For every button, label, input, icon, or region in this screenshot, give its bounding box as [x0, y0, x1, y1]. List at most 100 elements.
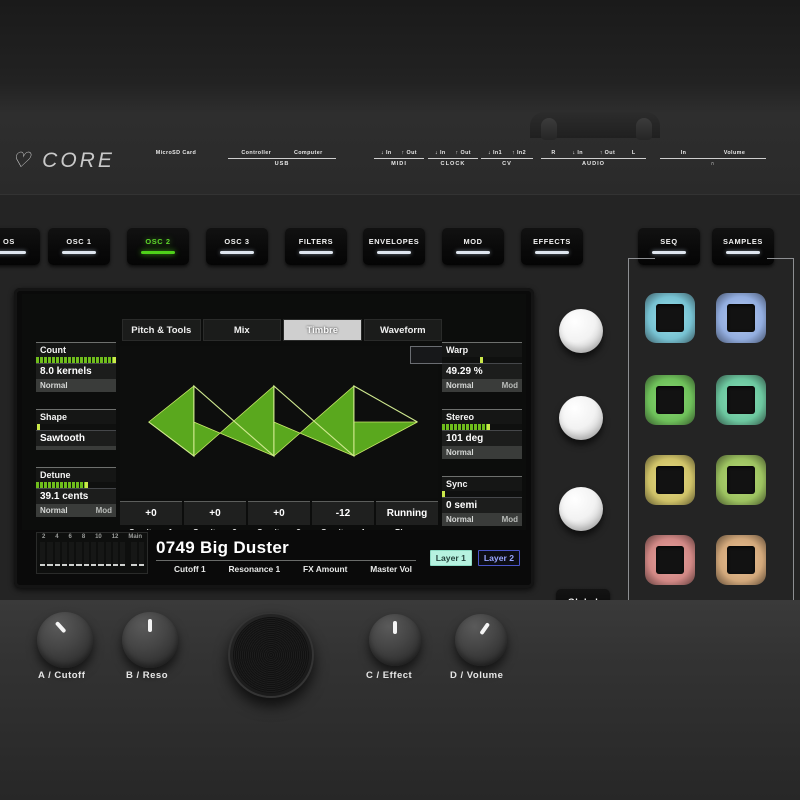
- param-count[interactable]: Count 8.0 kernels Normal: [36, 342, 116, 392]
- connector-label: Computer: [293, 150, 323, 156]
- connector-audio: R ↓ In ↑ Out L AUDIO: [541, 150, 646, 167]
- layer-1-button[interactable]: Layer 1: [429, 550, 472, 566]
- meter-tick: 4: [55, 534, 59, 540]
- section-button-osc-1[interactable]: OSC 1: [48, 227, 110, 265]
- param-name: Detune: [36, 467, 116, 482]
- knob-indicator: [54, 621, 67, 634]
- param-value: -12: [312, 501, 374, 525]
- soft-encoder-3[interactable]: [559, 487, 603, 531]
- knob-b-reso[interactable]: [122, 612, 178, 668]
- param-name: Stereo: [442, 409, 522, 424]
- section-button-led: [141, 251, 175, 254]
- param-mode: Normal: [446, 381, 474, 390]
- section-button-label: ENVELOPES: [368, 237, 420, 247]
- section-button-filters[interactable]: FILTERS: [285, 227, 347, 265]
- section-button-led: [220, 251, 254, 254]
- param-name: Shape: [36, 409, 116, 424]
- param-value: +0: [184, 501, 246, 525]
- param-value: +0: [248, 501, 310, 525]
- param-bar[interactable]: [442, 357, 522, 364]
- waveform-display: [120, 346, 438, 498]
- connector-label: ↓ In: [434, 150, 446, 156]
- section-button-led: [0, 251, 26, 254]
- softknob-label-resonance: Resonance 1: [228, 564, 281, 574]
- connector-rule: [428, 158, 478, 159]
- knob-indicator: [479, 622, 491, 636]
- connector-usb: Controller Computer USB: [228, 150, 336, 167]
- patch-name[interactable]: 0749 Big Duster: [156, 538, 416, 561]
- connector-label: ↓ In: [380, 150, 392, 156]
- softknob-label-row: Cutoff 1 Resonance 1 FX Amount Master Vo…: [156, 561, 416, 574]
- knob-c-label: C / Effect: [366, 670, 413, 681]
- meter-tick: 12: [111, 534, 119, 540]
- screen-tab-bar: Pitch & Tools Mix Timbre Waveform: [122, 319, 442, 341]
- section-button-label: SEQ: [660, 237, 678, 247]
- section-button-osc-3[interactable]: OSC 3: [206, 227, 268, 265]
- connector-label: ↑ Out: [455, 150, 471, 156]
- soft-encoder-2[interactable]: [559, 396, 603, 440]
- level-meter-bars: [37, 540, 147, 568]
- section-button-osc-2[interactable]: OSC 2: [127, 227, 189, 265]
- connector-label: Volume: [723, 150, 746, 156]
- pad-6[interactable]: [716, 455, 766, 505]
- softknob-label-cutoff: Cutoff 1: [174, 564, 206, 574]
- knob-a-cutoff[interactable]: [37, 612, 93, 668]
- product-name-text: UM ♡ CORE: [0, 149, 115, 172]
- connector-cv: ↓ In1 ↑ In2 CV: [481, 150, 533, 167]
- tab-timbre[interactable]: Timbre: [283, 319, 362, 341]
- param-bar[interactable]: [36, 424, 116, 431]
- pad-3[interactable]: [645, 375, 695, 425]
- tab-waveform[interactable]: Waveform: [363, 319, 442, 341]
- connector-clock: ↓ In ↑ Out CLOCK: [428, 150, 478, 167]
- jog-wheel[interactable]: [228, 612, 314, 698]
- knob-d-volume[interactable]: [455, 614, 507, 666]
- section-button-effects[interactable]: EFFECTS: [521, 227, 583, 265]
- param-sync[interactable]: Sync 0 semi Normal Mod: [442, 476, 522, 526]
- softknob-label-fx-amount: FX Amount: [303, 564, 348, 574]
- param-value: 39.1 cents: [36, 489, 116, 504]
- param-bar[interactable]: [442, 424, 522, 431]
- pad-1[interactable]: [645, 293, 695, 343]
- connector-label: L: [631, 150, 636, 156]
- screen-footer: 2 4 6 8 10 12 Main 0749 Big Duster Cutof…: [22, 530, 526, 582]
- section-button-led: [62, 251, 96, 254]
- connector-label: R: [551, 150, 556, 156]
- section-button-os[interactable]: OS: [0, 227, 40, 265]
- param-shape[interactable]: Shape Sawtooth: [36, 409, 116, 450]
- tab-mix[interactable]: Mix: [202, 319, 281, 341]
- layer-2-button[interactable]: Layer 2: [477, 550, 520, 566]
- connector-midi: ↓ In ↑ Out MIDI: [374, 150, 424, 167]
- display-screen[interactable]: Pitch & Tools Mix Timbre Waveform Preset…: [22, 294, 526, 582]
- meter-tick: 2: [41, 534, 46, 540]
- synthesizer-device: UM ♡ CORE MicroSD Card Controller Comput…: [0, 0, 800, 800]
- rear-knob-right[interactable]: [636, 118, 652, 140]
- connector-rule: [660, 158, 766, 159]
- param-value: 49.29 %: [442, 364, 522, 379]
- connector-label: ↓ In1: [488, 150, 502, 156]
- knob-d-label: D / Volume: [450, 670, 504, 681]
- connector-rule: [228, 158, 336, 159]
- param-bar[interactable]: [442, 491, 522, 498]
- param-warp[interactable]: Warp 49.29 % Normal Mod: [442, 342, 522, 392]
- section-button-label: MOD: [463, 237, 483, 247]
- param-bar[interactable]: [36, 357, 116, 364]
- pad-4[interactable]: [716, 375, 766, 425]
- section-button-mod[interactable]: MOD: [442, 227, 504, 265]
- param-name: Sync: [442, 476, 522, 491]
- tab-pitch-and-tools[interactable]: Pitch & Tools: [122, 319, 201, 341]
- rear-knob-left[interactable]: [541, 118, 557, 140]
- level-meter-scale: 2 4 6 8 10 12 Main: [37, 533, 147, 540]
- pad-2[interactable]: [716, 293, 766, 343]
- patch-info: 0749 Big Duster Cutoff 1 Resonance 1 FX …: [156, 538, 416, 574]
- section-button-envelopes[interactable]: ENVELOPES: [363, 227, 425, 265]
- param-bar[interactable]: [36, 482, 116, 489]
- pad-8[interactable]: [716, 535, 766, 585]
- param-column-left: Count 8.0 kernels Normal Shape Sawtooth …: [36, 342, 116, 534]
- param-value: 101 deg: [442, 431, 522, 446]
- param-detune[interactable]: Detune 39.1 cents Normal Mod: [36, 467, 116, 517]
- pad-5[interactable]: [645, 455, 695, 505]
- pad-7[interactable]: [645, 535, 695, 585]
- param-stereo[interactable]: Stereo 101 deg Normal: [442, 409, 522, 459]
- soft-encoder-1[interactable]: [559, 309, 603, 353]
- knob-c-effect[interactable]: [369, 614, 421, 666]
